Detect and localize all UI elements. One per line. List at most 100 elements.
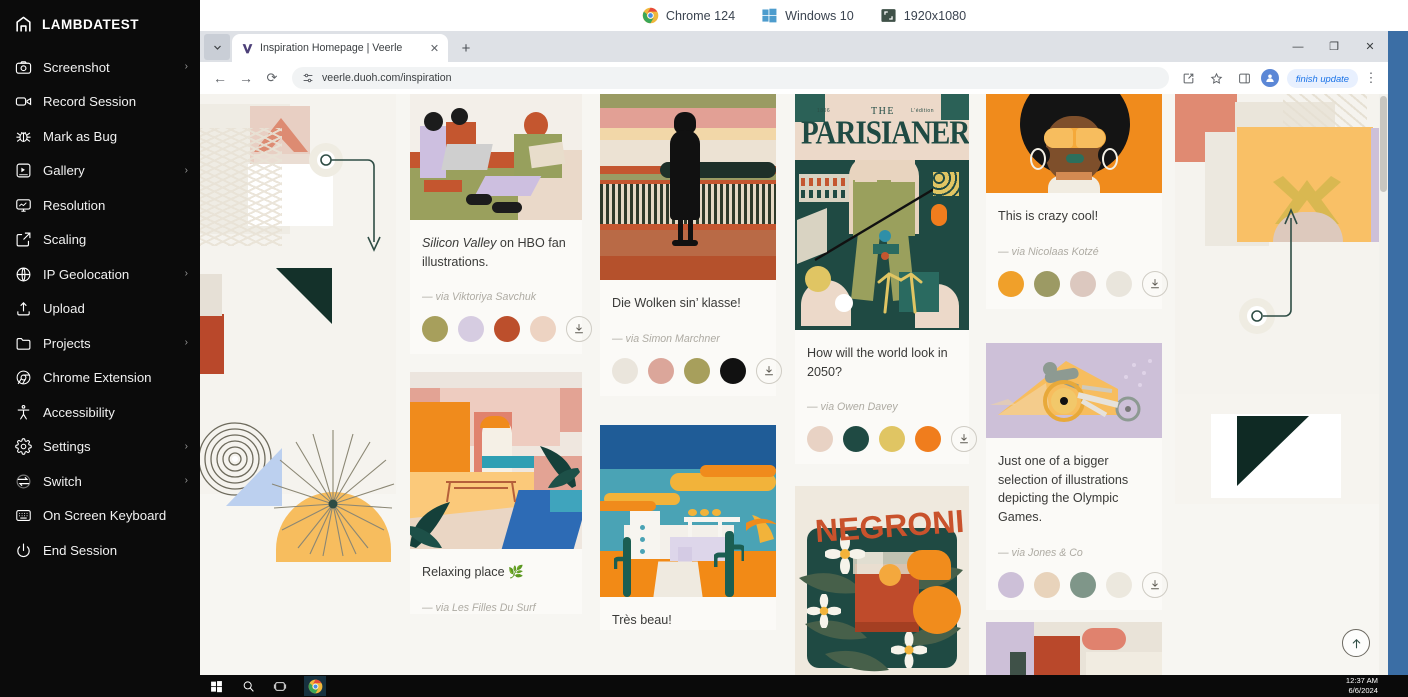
sidebar-item-resolution[interactable]: Resolution (0, 188, 200, 223)
sidebar-item-mark-as-bug[interactable]: Mark as Bug (0, 119, 200, 154)
download-icon[interactable] (1142, 571, 1168, 598)
sidebar-item-projects[interactable]: Projects › (0, 326, 200, 361)
swatch[interactable] (998, 270, 1024, 297)
swatch[interactable] (879, 426, 905, 453)
browser-toolbar: ← → ⟳ veerle.duoh.com/inspiration finish… (200, 62, 1388, 94)
swatch[interactable] (612, 357, 638, 384)
maximize-button[interactable]: ❐ (1316, 31, 1352, 62)
clock-time: 12:37 AM (1345, 676, 1378, 685)
download-icon[interactable] (1142, 270, 1168, 297)
veerle-favicon-icon (242, 43, 253, 53)
sidebar-item-scaling[interactable]: Scaling (0, 223, 200, 258)
scroll-to-top-button[interactable] (1342, 629, 1370, 657)
sidebar-item-record-session[interactable]: Record Session (0, 85, 200, 120)
minimize-button[interactable]: — (1280, 31, 1316, 62)
page-scrollbar[interactable] (1379, 94, 1388, 675)
swatch[interactable] (648, 357, 674, 384)
new-tab-button[interactable]: + (454, 36, 478, 60)
card-title-rest: Très beau! (612, 613, 672, 627)
chrome-taskbar-icon[interactable] (304, 676, 326, 696)
chevron-right-icon: › (184, 268, 188, 280)
keyboard-icon (14, 507, 32, 525)
card-image (600, 425, 776, 597)
sidebar-item-ip-geolocation[interactable]: IP Geolocation › (0, 257, 200, 292)
side-panel-icon[interactable] (1233, 66, 1257, 90)
card-tres-beau[interactable]: Très beau! (600, 425, 776, 630)
card-negroni[interactable]: NEGRONI (795, 486, 969, 675)
download-icon[interactable] (566, 316, 592, 343)
card-attribution: — via Jones & Co (998, 546, 1083, 559)
swatch[interactable] (1070, 571, 1096, 598)
sidebar-item-accessibility[interactable]: Accessibility (0, 395, 200, 430)
swatch[interactable] (422, 316, 448, 343)
download-icon[interactable] (756, 357, 782, 384)
swatch[interactable] (530, 316, 556, 343)
forward-button[interactable]: → (234, 66, 258, 90)
profile-avatar[interactable] (1260, 69, 1279, 87)
sidebar-item-label: Resolution (43, 197, 106, 213)
swatch[interactable] (1106, 571, 1132, 598)
chrome-icon (642, 7, 659, 24)
card-crazy-cool[interactable]: This is crazy cool! — via Nicolaas Kotzé (986, 94, 1168, 309)
swatch[interactable] (915, 426, 941, 453)
browser-tab[interactable]: Inspiration Homepage | Veerle ✕ (232, 34, 448, 62)
scrollbar-thumb[interactable] (1380, 96, 1387, 192)
swatch[interactable] (843, 426, 869, 453)
bookmark-star-icon[interactable] (1205, 66, 1229, 90)
sidebar-item-end-session[interactable]: End Session (0, 533, 200, 568)
reload-button[interactable]: ⟳ (260, 66, 284, 90)
sidebar-item-upload[interactable]: Upload (0, 292, 200, 327)
resolution-icon (881, 9, 896, 22)
swatch[interactable] (807, 426, 833, 453)
swatch[interactable] (720, 357, 746, 384)
download-icon[interactable] (951, 426, 977, 453)
sidebar-item-gallery[interactable]: Gallery › (0, 154, 200, 189)
gear-icon (14, 438, 32, 456)
card-title-rest: Just one of a bigger selection of illust… (998, 454, 1129, 524)
web-page-content: Silicon Valley on HBO fan illustrations.… (200, 94, 1388, 675)
swatch[interactable] (1106, 270, 1132, 297)
site-settings-icon[interactable] (302, 72, 314, 84)
search-icon[interactable] (240, 678, 256, 694)
swatch[interactable] (1034, 571, 1060, 598)
share-icon[interactable] (1177, 66, 1201, 90)
swatch[interactable] (684, 357, 710, 384)
swatch[interactable] (1070, 270, 1096, 297)
sidebar-item-label: Scaling (43, 232, 87, 248)
swatch[interactable] (998, 571, 1024, 598)
card-olympic-games[interactable]: Just one of a bigger selection of illust… (986, 343, 1168, 610)
close-window-button[interactable]: ✕ (1352, 31, 1388, 62)
sidebar-item-screenshot[interactable]: Screenshot › (0, 50, 200, 85)
card-body: Die Wolken sin’ klasse! — via Simon Marc… (600, 280, 776, 345)
card-silicon-valley[interactable]: Silicon Valley on HBO fan illustrations.… (410, 94, 592, 355)
finish-update-button[interactable]: finish update (1286, 68, 1358, 88)
close-icon[interactable]: ✕ (427, 42, 442, 55)
sidebar-item-chrome-extension[interactable]: Chrome Extension (0, 361, 200, 396)
flower-icon (891, 632, 927, 668)
card-image: NEGRONI (795, 486, 969, 675)
card-die-wolken[interactable]: Die Wolken sin’ klasse! — via Simon Marc… (600, 94, 782, 396)
session-info-bar: Chrome 124 Windows 10 1920x1080 (200, 0, 1408, 31)
resolution-label: 1920x1080 (903, 8, 967, 23)
chrome-menu-button[interactable]: ⋮ (1362, 70, 1380, 86)
swatch[interactable] (458, 316, 484, 343)
tab-search-button[interactable] (204, 34, 230, 60)
card-body: This is crazy cool! — via Nicolaas Kotzé (986, 193, 1162, 258)
card-image: 1806 THE L'édition PARISIANER (795, 94, 969, 330)
card-partial-bottom[interactable] (986, 622, 1162, 675)
swatch[interactable] (1034, 270, 1060, 297)
task-view-icon[interactable] (272, 678, 288, 694)
start-icon[interactable] (208, 678, 224, 694)
address-bar[interactable]: veerle.duoh.com/inspiration (292, 67, 1169, 89)
back-button[interactable]: ← (208, 66, 232, 90)
swatch[interactable] (494, 316, 520, 343)
plant-icon (410, 502, 450, 548)
taskbar-clock[interactable]: 12:37 AM 6/6/2024 (1346, 675, 1378, 697)
card-image (410, 94, 582, 220)
chrome-icon (14, 369, 32, 387)
sidebar-item-on-screen-keyboard[interactable]: On Screen Keyboard (0, 499, 200, 534)
sidebar-item-switch[interactable]: Switch › (0, 464, 200, 499)
sidebar-item-settings[interactable]: Settings › (0, 430, 200, 465)
card-parisianer[interactable]: 1806 THE L'édition PARISIANER How will t… (795, 94, 977, 465)
card-relaxing-place[interactable]: Relaxing place 🌿 — via Les Filles Du Sur… (410, 372, 582, 614)
